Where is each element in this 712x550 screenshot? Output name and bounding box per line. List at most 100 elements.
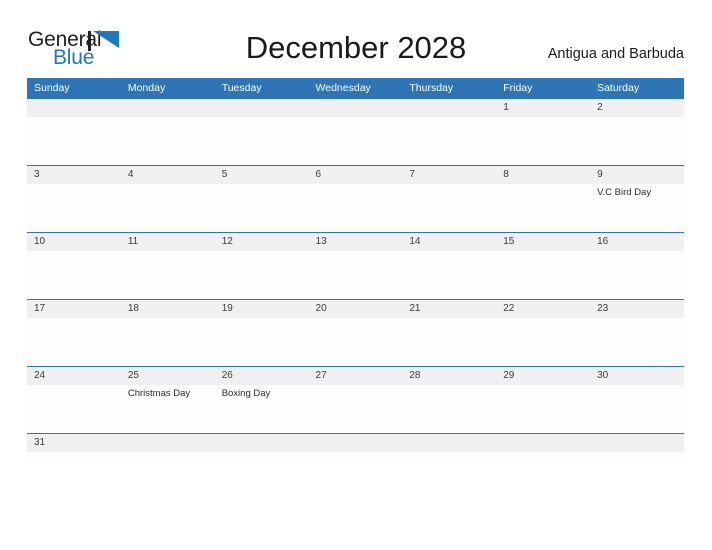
day-events[interactable] bbox=[215, 184, 309, 231]
day-events[interactable] bbox=[590, 452, 684, 462]
day-number[interactable]: 7 bbox=[402, 166, 496, 184]
day-number[interactable]: 6 bbox=[309, 166, 403, 184]
day-events[interactable] bbox=[402, 452, 496, 462]
day-number[interactable] bbox=[402, 434, 496, 452]
day-number[interactable]: 25 bbox=[121, 367, 215, 385]
day-events[interactable] bbox=[402, 251, 496, 298]
day-events[interactable]: Christmas Day bbox=[121, 385, 215, 432]
day-number[interactable]: 18 bbox=[121, 300, 215, 318]
day-events[interactable] bbox=[121, 184, 215, 231]
page-header: General Blue December 2028 Antigua and B… bbox=[0, 0, 712, 78]
day-number[interactable]: 31 bbox=[27, 434, 121, 452]
day-events[interactable] bbox=[496, 117, 590, 164]
day-events[interactable] bbox=[496, 184, 590, 231]
day-events[interactable]: V.C Bird Day bbox=[590, 184, 684, 231]
day-events[interactable] bbox=[402, 117, 496, 164]
day-number[interactable]: 28 bbox=[402, 367, 496, 385]
week-events-band bbox=[27, 452, 684, 462]
week-day-number-band: 10 11 12 13 14 15 16 bbox=[27, 233, 684, 251]
day-events[interactable] bbox=[121, 318, 215, 365]
day-events[interactable] bbox=[309, 318, 403, 365]
week-row: 1 2 bbox=[27, 98, 684, 165]
day-number[interactable] bbox=[309, 99, 403, 117]
weekday-header-saturday: Saturday bbox=[597, 82, 640, 94]
weekday-header-row: Sunday Monday Tuesday Wednesday Thursday… bbox=[27, 78, 684, 98]
day-events[interactable] bbox=[496, 385, 590, 432]
day-events[interactable] bbox=[309, 184, 403, 231]
day-number[interactable]: 30 bbox=[590, 367, 684, 385]
day-number[interactable]: 26 bbox=[215, 367, 309, 385]
day-events[interactable] bbox=[27, 385, 121, 432]
day-events[interactable] bbox=[496, 318, 590, 365]
day-number[interactable] bbox=[121, 99, 215, 117]
day-events[interactable] bbox=[590, 385, 684, 432]
day-events[interactable]: Boxing Day bbox=[215, 385, 309, 432]
day-number[interactable]: 21 bbox=[402, 300, 496, 318]
day-events[interactable] bbox=[215, 318, 309, 365]
day-events[interactable] bbox=[121, 251, 215, 298]
day-number[interactable] bbox=[27, 99, 121, 117]
day-events[interactable] bbox=[590, 318, 684, 365]
week-day-number-band: 17 18 19 20 21 22 23 bbox=[27, 300, 684, 318]
day-number[interactable] bbox=[402, 99, 496, 117]
day-events[interactable] bbox=[27, 251, 121, 298]
day-events[interactable] bbox=[215, 452, 309, 462]
day-events[interactable] bbox=[309, 452, 403, 462]
day-number[interactable]: 13 bbox=[309, 233, 403, 251]
weekday-header-tuesday: Tuesday bbox=[221, 82, 262, 94]
day-number[interactable]: 29 bbox=[496, 367, 590, 385]
day-events[interactable] bbox=[215, 117, 309, 164]
day-events[interactable] bbox=[496, 452, 590, 462]
day-events[interactable] bbox=[121, 117, 215, 164]
day-number[interactable]: 11 bbox=[121, 233, 215, 251]
day-events[interactable] bbox=[27, 452, 121, 462]
day-number[interactable] bbox=[309, 434, 403, 452]
day-events[interactable] bbox=[402, 318, 496, 365]
day-events[interactable] bbox=[402, 184, 496, 231]
day-events[interactable] bbox=[27, 184, 121, 231]
day-number[interactable]: 1 bbox=[496, 99, 590, 117]
day-number[interactable]: 3 bbox=[27, 166, 121, 184]
day-number[interactable]: 19 bbox=[215, 300, 309, 318]
day-events[interactable] bbox=[402, 385, 496, 432]
day-number[interactable]: 17 bbox=[27, 300, 121, 318]
day-number[interactable]: 23 bbox=[590, 300, 684, 318]
day-events[interactable] bbox=[590, 251, 684, 298]
day-events[interactable] bbox=[121, 452, 215, 462]
day-number[interactable]: 4 bbox=[121, 166, 215, 184]
day-number[interactable] bbox=[590, 434, 684, 452]
day-number[interactable] bbox=[215, 434, 309, 452]
day-events[interactable] bbox=[215, 251, 309, 298]
day-number[interactable]: 16 bbox=[590, 233, 684, 251]
day-number[interactable]: 2 bbox=[590, 99, 684, 117]
week-events-band bbox=[27, 117, 684, 164]
day-number[interactable]: 22 bbox=[496, 300, 590, 318]
day-events[interactable] bbox=[27, 318, 121, 365]
event-label: V.C Bird Day bbox=[597, 187, 652, 198]
day-number[interactable]: 9 bbox=[590, 166, 684, 184]
day-number[interactable]: 8 bbox=[496, 166, 590, 184]
day-number[interactable] bbox=[496, 434, 590, 452]
day-events[interactable] bbox=[309, 117, 403, 164]
day-events[interactable] bbox=[27, 117, 121, 164]
day-number[interactable]: 10 bbox=[27, 233, 121, 251]
day-number[interactable]: 12 bbox=[215, 233, 309, 251]
day-number[interactable]: 27 bbox=[309, 367, 403, 385]
day-number[interactable]: 5 bbox=[215, 166, 309, 184]
week-events-band: V.C Bird Day bbox=[27, 184, 684, 231]
day-events[interactable] bbox=[309, 251, 403, 298]
day-number[interactable]: 20 bbox=[309, 300, 403, 318]
day-events[interactable] bbox=[590, 117, 684, 164]
day-events[interactable] bbox=[496, 251, 590, 298]
event-label: Christmas Day bbox=[127, 388, 191, 399]
day-number[interactable] bbox=[121, 434, 215, 452]
day-number[interactable]: 14 bbox=[402, 233, 496, 251]
week-row: 10 11 12 13 14 15 16 bbox=[27, 232, 684, 299]
day-number[interactable]: 15 bbox=[496, 233, 590, 251]
day-number[interactable]: 24 bbox=[27, 367, 121, 385]
weekday-header-thursday: Thursday bbox=[409, 82, 454, 94]
day-events[interactable] bbox=[309, 385, 403, 432]
week-day-number-band: 3 4 5 6 7 8 9 bbox=[27, 166, 684, 184]
week-row: 3 4 5 6 7 8 9 V.C Bird Day bbox=[27, 165, 684, 232]
day-number[interactable] bbox=[215, 99, 309, 117]
